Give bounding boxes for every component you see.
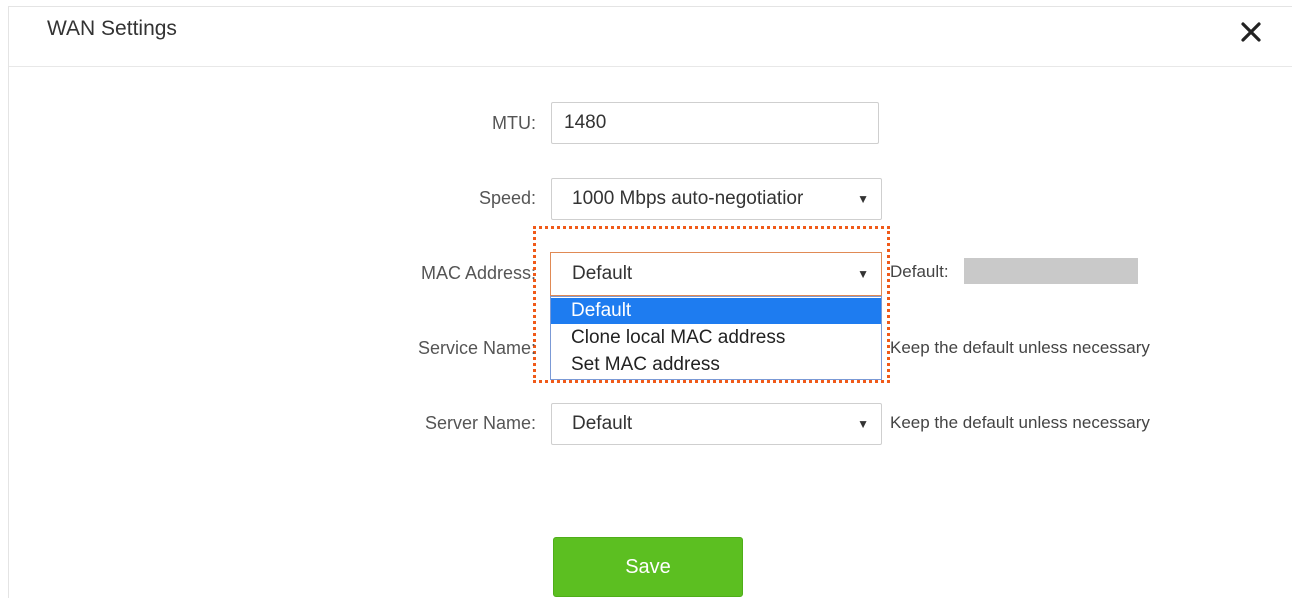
save-button[interactable]: Save — [553, 537, 743, 597]
mac-default-value-redacted — [964, 258, 1138, 284]
mtu-value: 1480 — [564, 112, 607, 133]
server-name-label: Server Name: — [424, 413, 536, 433]
mtu-input[interactable]: 1480 — [551, 102, 879, 144]
dialog-title: WAN Settings — [47, 17, 177, 40]
server-name-hint: Keep the default unless necessary — [890, 413, 1150, 432]
speed-value: 1000 Mbps auto-negotiatior — [572, 188, 804, 209]
mac-address-value: Default — [572, 263, 633, 284]
mtu-label: MTU: — [492, 113, 536, 133]
mac-address-label: MAC Address: — [420, 263, 536, 283]
close-icon[interactable] — [1239, 20, 1263, 44]
mac-option-clone-local[interactable]: Clone local MAC address — [551, 325, 881, 351]
chevron-down-icon: ▼ — [857, 267, 869, 281]
mac-address-dropdown: Default Clone local MAC address Set MAC … — [550, 296, 882, 380]
service-name-hint: Keep the default unless necessary — [890, 338, 1150, 357]
chevron-down-icon: ▼ — [857, 417, 869, 431]
dialog-header: WAN Settings — [9, 7, 1292, 67]
mac-address-select[interactable]: Default ▼ — [550, 252, 882, 296]
mac-option-set-mac[interactable]: Set MAC address — [551, 352, 881, 378]
mac-option-default[interactable]: Default — [551, 298, 881, 324]
server-name-select[interactable]: Default ▼ — [551, 403, 882, 445]
service-name-label: Service Name: — [417, 338, 536, 358]
speed-label: Speed: — [478, 188, 536, 208]
mac-default-label: Default: — [890, 262, 949, 281]
server-name-value: Default — [572, 413, 633, 434]
speed-select[interactable]: 1000 Mbps auto-negotiatior ▼ — [551, 178, 882, 220]
chevron-down-icon: ▼ — [857, 192, 869, 206]
